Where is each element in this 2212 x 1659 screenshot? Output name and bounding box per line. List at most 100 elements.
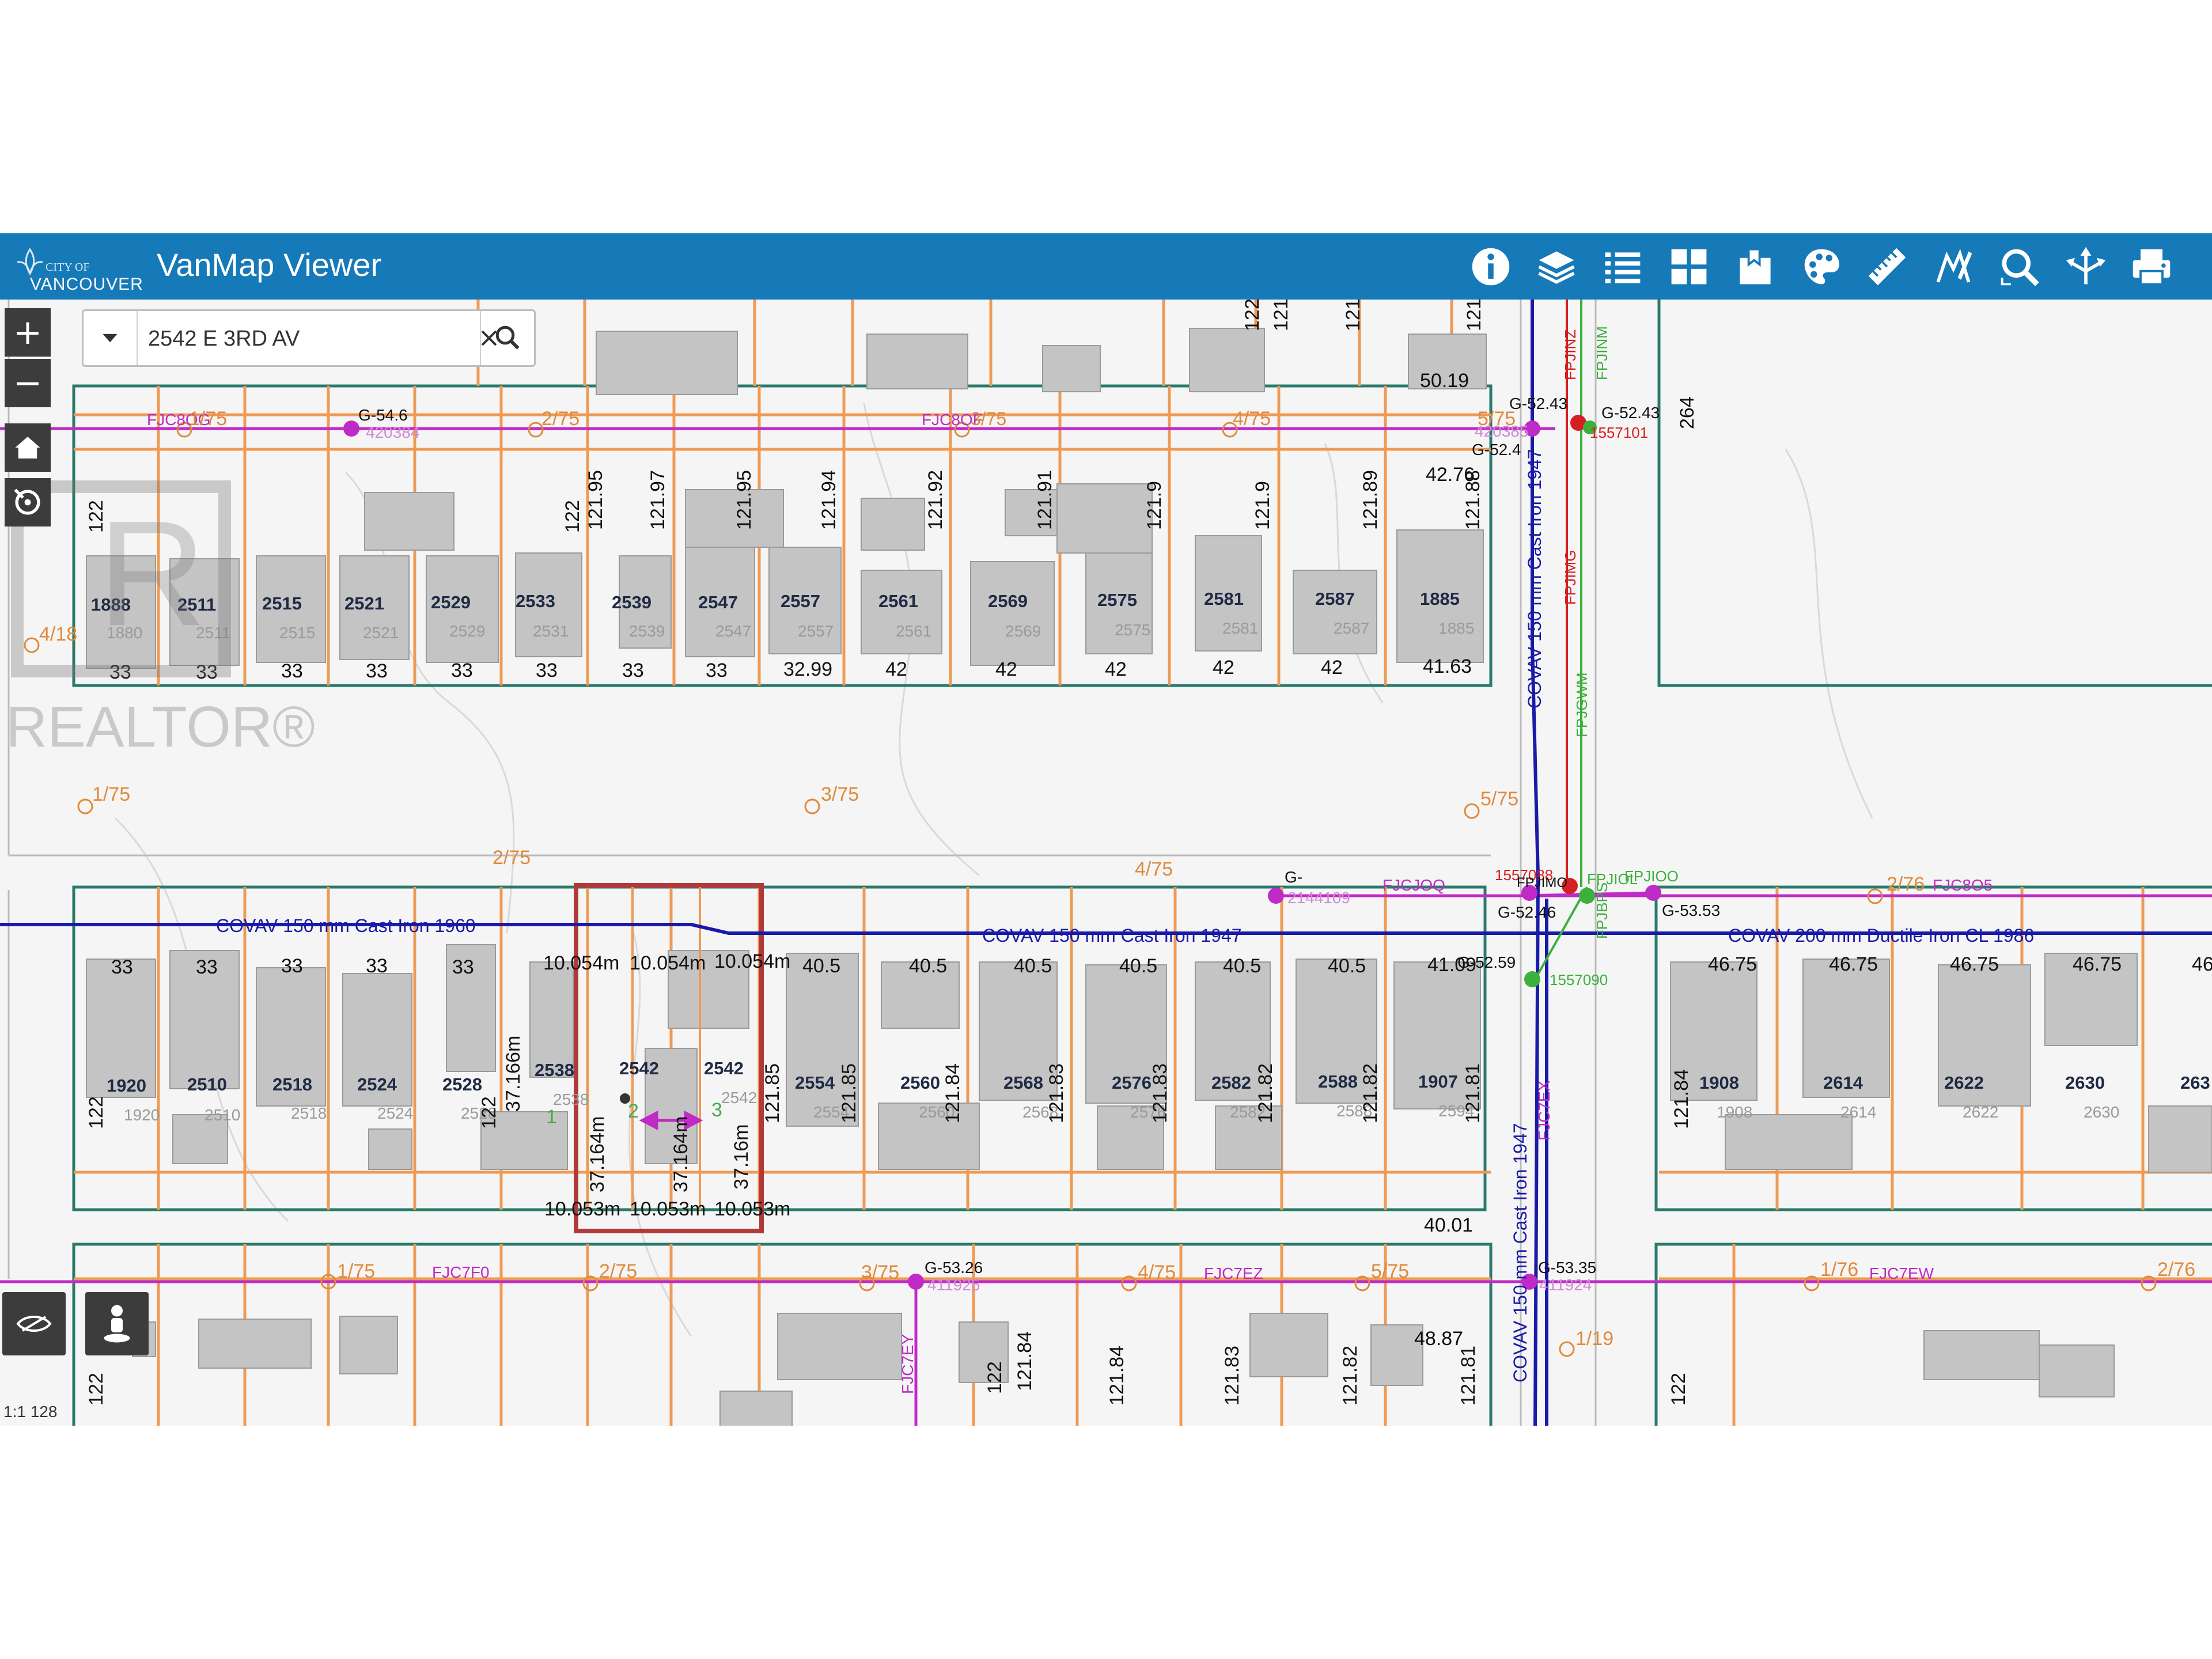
lot-number: 2557 (781, 591, 820, 611)
hydrant-code: FPJBPS (1593, 882, 1611, 939)
lot-width: 40.5 (802, 955, 840, 977)
lot-number-ghost: 2510 (204, 1106, 240, 1124)
lot-depth: 121.92 (925, 470, 946, 530)
lot-number: 1908 (1699, 1073, 1739, 1093)
node-id: G-53.26 (925, 1259, 983, 1277)
lot-number-ghost: 2538 (553, 1090, 589, 1108)
lot-depth: 37.166m (502, 1036, 524, 1112)
lot-number-ghost: 2531 (533, 622, 569, 640)
lot-number: 1888 (91, 594, 131, 615)
map-canvas[interactable]: COVAV 150 mm Cast Iron 1960 COVAV 150 mm… (0, 300, 2212, 1426)
lot-number-ghost: 2511 (196, 624, 230, 642)
parcel-part-label: 1 (546, 1106, 557, 1128)
info-icon[interactable] (1462, 238, 1520, 296)
lot-depth: 121.85 (762, 1063, 783, 1123)
search-source-dropdown[interactable] (84, 311, 138, 365)
pegman-icon (104, 1305, 130, 1343)
lot-number: 2630 (2065, 1073, 2105, 1093)
lot-width: 33 (451, 660, 473, 681)
hydrant-code: FPJIMG (1562, 550, 1579, 605)
lot-width: 50.19 (1420, 370, 1469, 392)
street-view-button[interactable] (85, 1292, 149, 1355)
app-title: VanMap Viewer (157, 247, 382, 283)
search-input[interactable] (147, 311, 454, 366)
lot-depth: 121.9 (1252, 481, 1274, 530)
hydrant-code: FPJIMO (1517, 875, 1567, 891)
zoom-in-button[interactable]: + (5, 308, 51, 357)
gas-code: FJC7EW (1869, 1264, 1934, 1282)
lot-depth: 121.85 (838, 1063, 860, 1123)
ratio-label: 2/75 (599, 1260, 637, 1282)
node-id: G-53.35 (1538, 1259, 1596, 1277)
print-icon[interactable] (2123, 238, 2180, 296)
lot-number-ghost: 2529 (449, 622, 485, 640)
lot-number: 2582 (1211, 1073, 1251, 1093)
search-button[interactable] (480, 311, 535, 365)
lot-number-ghost: 2521 (363, 624, 399, 642)
ratio-label: 2/75 (541, 408, 579, 430)
ratio-label: 1/75 (189, 408, 227, 430)
chevron-down-icon (103, 334, 118, 343)
lot-depth: 121 (1463, 300, 1485, 331)
lot-depth: 122 (85, 1096, 107, 1129)
layers-icon[interactable] (1528, 238, 1585, 296)
lot-number-ghost: 2539 (629, 622, 665, 640)
toggle-overview-button[interactable] (2, 1292, 66, 1355)
lot-width: 42 (1321, 657, 1343, 679)
locate-button[interactable] (5, 478, 51, 527)
lot-width: 46 (2192, 953, 2212, 975)
zoom-search-icon[interactable] (1991, 238, 2048, 296)
lot-number: 1907 (1418, 1071, 1458, 1092)
lot-number: 2524 (357, 1074, 397, 1094)
lot-number: 2521 (344, 593, 384, 613)
lot-number-ghost: 1880 (107, 624, 142, 642)
lot-depth: 121.81 (1462, 1063, 1484, 1123)
lot-width: 41.63 (1423, 656, 1472, 677)
lot-number: 2587 (1315, 589, 1355, 609)
lot-number: 2568 (1003, 1073, 1043, 1093)
app-toolbar: CITY OF VANCOUVER VanMap Viewer (0, 233, 2212, 300)
hydrant-code: FPJGWM (1573, 672, 1590, 737)
lot-depth: 121.84 (942, 1063, 964, 1123)
home-button[interactable] (5, 423, 51, 472)
lot-depth: 121.84 (1106, 1346, 1128, 1406)
palette-icon[interactable] (1793, 238, 1850, 296)
lot-width: 33 (111, 956, 133, 978)
lot-depth: 121.89 (1359, 470, 1381, 530)
basemap-gallery-icon[interactable] (1660, 238, 1718, 296)
share-icon[interactable] (2057, 238, 2115, 296)
legend-icon[interactable] (1594, 238, 1652, 296)
lot-depth: 121.84 (1671, 1069, 1692, 1129)
measure-ruler-icon[interactable] (1858, 238, 1916, 296)
bookmark-icon[interactable] (1726, 238, 1784, 296)
lot-depth: 122 (562, 500, 584, 533)
ratio-label: 5/75 (1478, 408, 1516, 430)
ratio-label: 3/75 (821, 783, 859, 805)
lot-number-ghost: 2561 (896, 622, 931, 640)
lot-width: 42 (995, 658, 1017, 680)
lot-width: 46.75 (1708, 953, 1757, 975)
logo-name-text: VANCOUVER (30, 275, 143, 294)
node-sub: 1557090 (1550, 971, 1608, 988)
node-id: G-54.6 (358, 406, 408, 424)
node-id: G-52.43 (1509, 395, 1567, 412)
ratio-label: 3/75 (861, 1262, 899, 1283)
lot-number: 2539 (612, 592, 652, 612)
node-sub: 1557101 (1590, 424, 1648, 441)
subdivision-width: 10.053m (714, 1198, 790, 1220)
lot-width: 40.01 (1424, 1214, 1473, 1236)
lot-number: 2622 (1944, 1073, 1984, 1093)
draw-icon[interactable] (1925, 238, 1982, 296)
lot-number-ghost: 2622 (1963, 1103, 1998, 1121)
lot-width: 40.5 (909, 955, 947, 977)
lot-number-ghost: 2587 (1334, 619, 1369, 637)
gas-code: FJC7EX (1535, 1080, 1553, 1141)
gas-code: FJC8O5 (1933, 876, 1993, 894)
lot-number: 2518 (272, 1074, 312, 1094)
lot-number-ghost: 2518 (291, 1104, 327, 1122)
gas-code: FJC7EY (899, 1334, 916, 1394)
ratio-label: 1/75 (337, 1260, 375, 1282)
lot-depth: 121 (1342, 300, 1364, 331)
lot-depth: 122 (984, 1361, 1006, 1394)
zoom-out-button[interactable]: − (5, 359, 51, 407)
